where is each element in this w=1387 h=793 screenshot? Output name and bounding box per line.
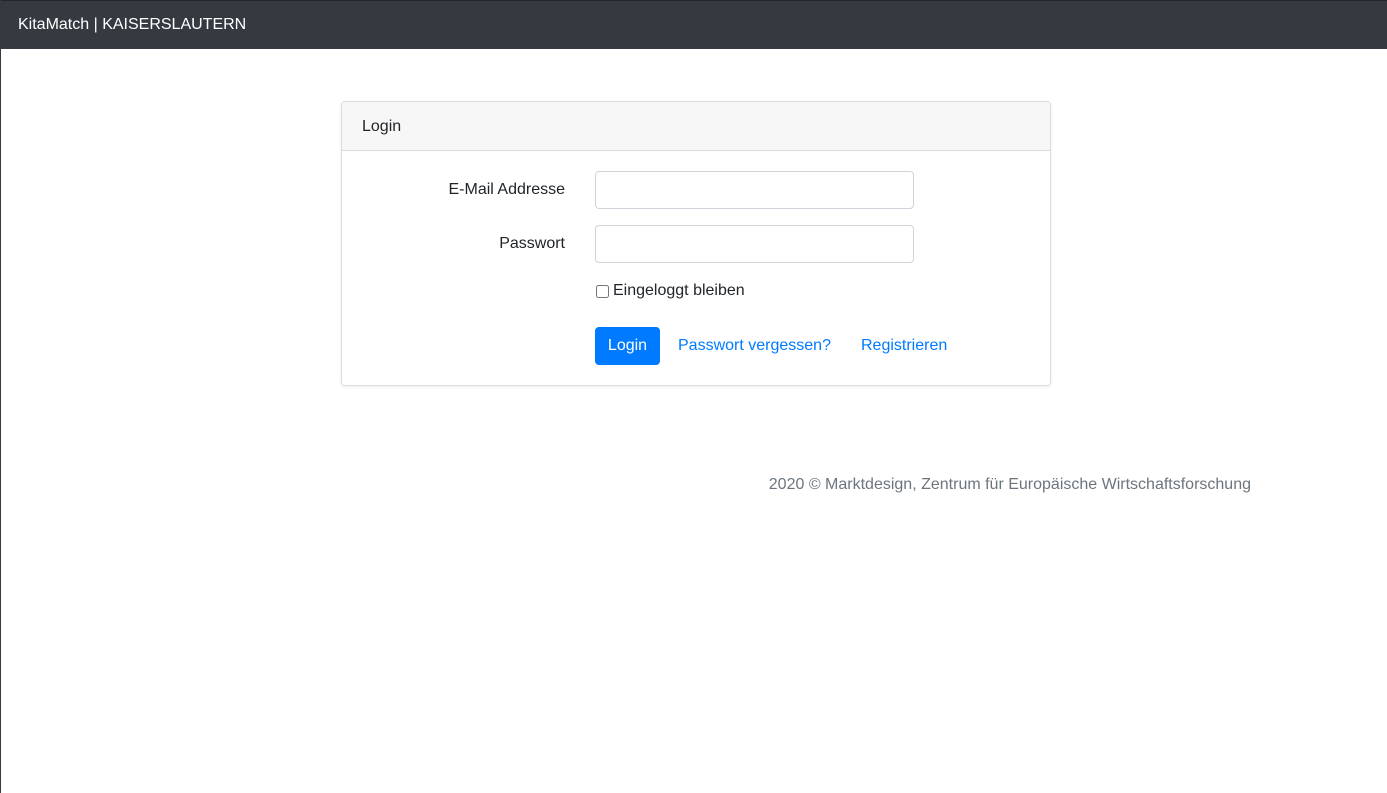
login-card-title: Login [362, 118, 402, 135]
register-link[interactable]: Registrieren [861, 336, 947, 356]
remember-me-group: Eingeloggt bleiben [595, 281, 745, 301]
password-input[interactable] [595, 225, 914, 263]
login-card-header: Login [342, 102, 1050, 151]
forgot-password-link[interactable]: Passwort vergessen? [678, 336, 831, 356]
remember-me-label[interactable]: Eingeloggt bleiben [613, 281, 745, 301]
navbar-brand-link[interactable]: KitaMatch | KAISERSLAUTERN [18, 15, 246, 35]
top-navbar: KitaMatch | KAISERSLAUTERN [1, 0, 1387, 49]
email-label: E-Mail Addresse [448, 181, 566, 198]
email-input[interactable] [595, 171, 914, 209]
password-label: Passwort [499, 235, 565, 252]
page: KitaMatch | KAISERSLAUTERN Login E-Mail … [0, 0, 1387, 793]
footer-text: 2020 © Marktdesign, Zentrum für Europäis… [768, 476, 1251, 493]
login-button[interactable]: Login [595, 327, 660, 365]
remember-me-checkbox[interactable] [596, 284, 609, 298]
login-card: Login E-Mail Addresse Passwort Eingelogg… [341, 101, 1051, 386]
